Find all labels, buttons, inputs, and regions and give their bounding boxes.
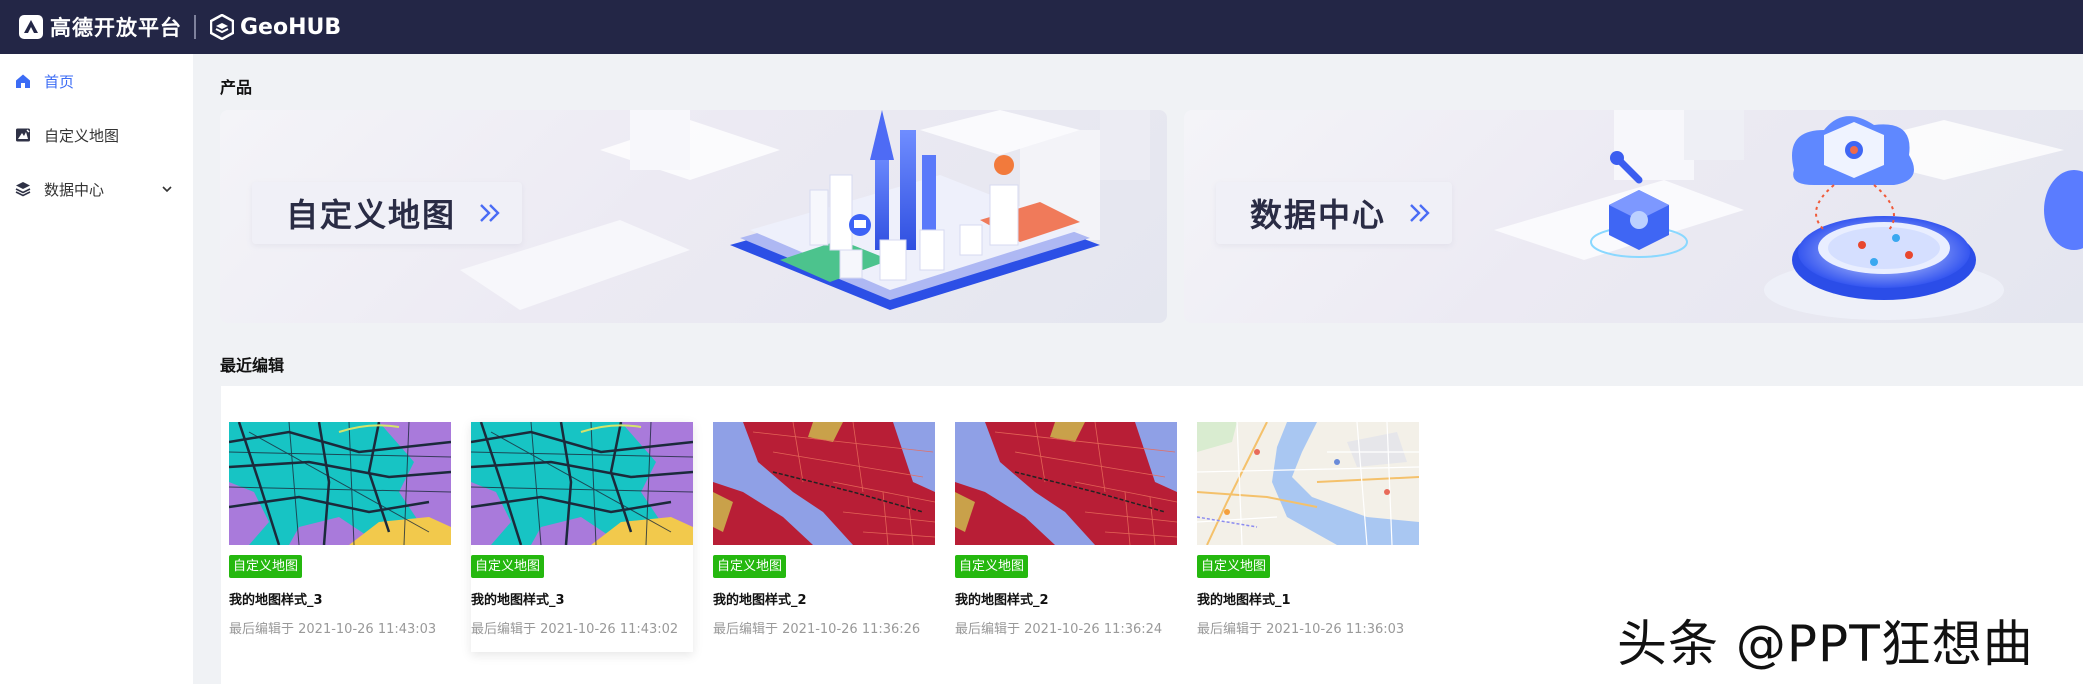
brand-divider [194,15,196,39]
chevron-down-icon[interactable] [161,183,173,195]
card-timestamp: 最后编辑于 2021-10-26 11:36:26 [713,622,921,637]
map-type-tag: 自定义地图 [229,555,303,578]
sidebar-item-data-center[interactable]: 数据中心 [0,162,193,216]
sidebar-item-label: 首页 [44,72,75,91]
layers-icon [15,182,31,197]
top-navbar: 高德开放平台 GeoHUB [0,0,2083,54]
map-style-card[interactable]: 自定义地图 我的地图样式_1 最后编辑于 2021-10-26 11:36:03 [1197,422,1419,652]
sidebar: 首页 自定义地图 数据中心 [0,54,193,684]
banner-label-chip: 数据中心 [1216,182,1453,244]
banner-label-chip: 自定义地图 [252,182,523,244]
watermark-text: 头条 @PPT狂想曲 [1617,615,2034,673]
sidebar-item-label: 自定义地图 [44,126,120,145]
brand-name: 高德开放平台 [50,16,182,40]
card-title: 我的地图样式_3 [229,593,323,608]
amap-logo-icon [19,15,43,39]
map-style-card[interactable]: 自定义地图 我的地图样式_2 最后编辑于 2021-10-26 11:36:24 [955,422,1177,652]
double-chevron-right-icon [480,204,500,222]
card-title: 我的地图样式_2 [955,593,1049,608]
card-timestamp: 最后编辑于 2021-10-26 11:43:02 [471,622,679,637]
double-chevron-right-icon [1410,204,1430,222]
banner-custom-map[interactable]: 自定义地图 [220,110,1167,323]
card-title: 我的地图样式_3 [471,593,565,608]
card-timestamp: 最后编辑于 2021-10-26 11:36:24 [955,622,1163,637]
map-style-card[interactable]: 自定义地图 我的地图样式_2 最后编辑于 2021-10-26 11:36:26 [713,422,935,652]
map-thumbnail [713,422,935,545]
card-title: 我的地图样式_1 [1197,593,1291,608]
sidebar-item-label: 数据中心 [44,180,105,199]
main-content: 产品 自定义地图 数据中心 最近编辑 自定义地图 我的地图样式_3 最后编辑于 … [193,54,2083,684]
product-name: GeoHUB [240,14,342,40]
map-type-tag: 自定义地图 [1197,555,1271,578]
sidebar-item-home[interactable]: 首页 [0,54,193,108]
card-timestamp: 最后编辑于 2021-10-26 11:36:03 [1197,622,1405,637]
card-timestamp: 最后编辑于 2021-10-26 11:43:03 [229,622,437,637]
custom-map-icon [16,128,30,142]
home-icon [16,74,30,88]
brand[interactable]: 高德开放平台 GeoHUB [18,12,341,42]
map-style-card[interactable]: 自定义地图 我的地图样式_3 最后编辑于 2021-10-26 11:43:03 [229,422,451,652]
map-thumbnail [1197,422,1419,545]
banner-label: 数据中心 [1250,196,1387,234]
map-style-card[interactable]: 自定义地图 我的地图样式_3 最后编辑于 2021-10-26 11:43:02 [471,422,693,652]
sidebar-item-custom-map[interactable]: 自定义地图 [0,108,193,162]
banner-data-center[interactable]: 数据中心 [1184,110,2083,323]
map-type-tag: 自定义地图 [955,555,1029,578]
recent-section-title: 最近编辑 [220,356,285,375]
map-type-tag: 自定义地图 [471,555,545,578]
geohub-logo-icon [210,14,234,40]
map-thumbnail [471,422,693,545]
card-title: 我的地图样式_2 [713,593,807,608]
map-thumbnail [229,422,451,545]
map-type-tag: 自定义地图 [713,555,787,578]
products-section-title: 产品 [220,78,253,97]
banner-label: 自定义地图 [286,196,457,234]
map-thumbnail [955,422,1177,545]
